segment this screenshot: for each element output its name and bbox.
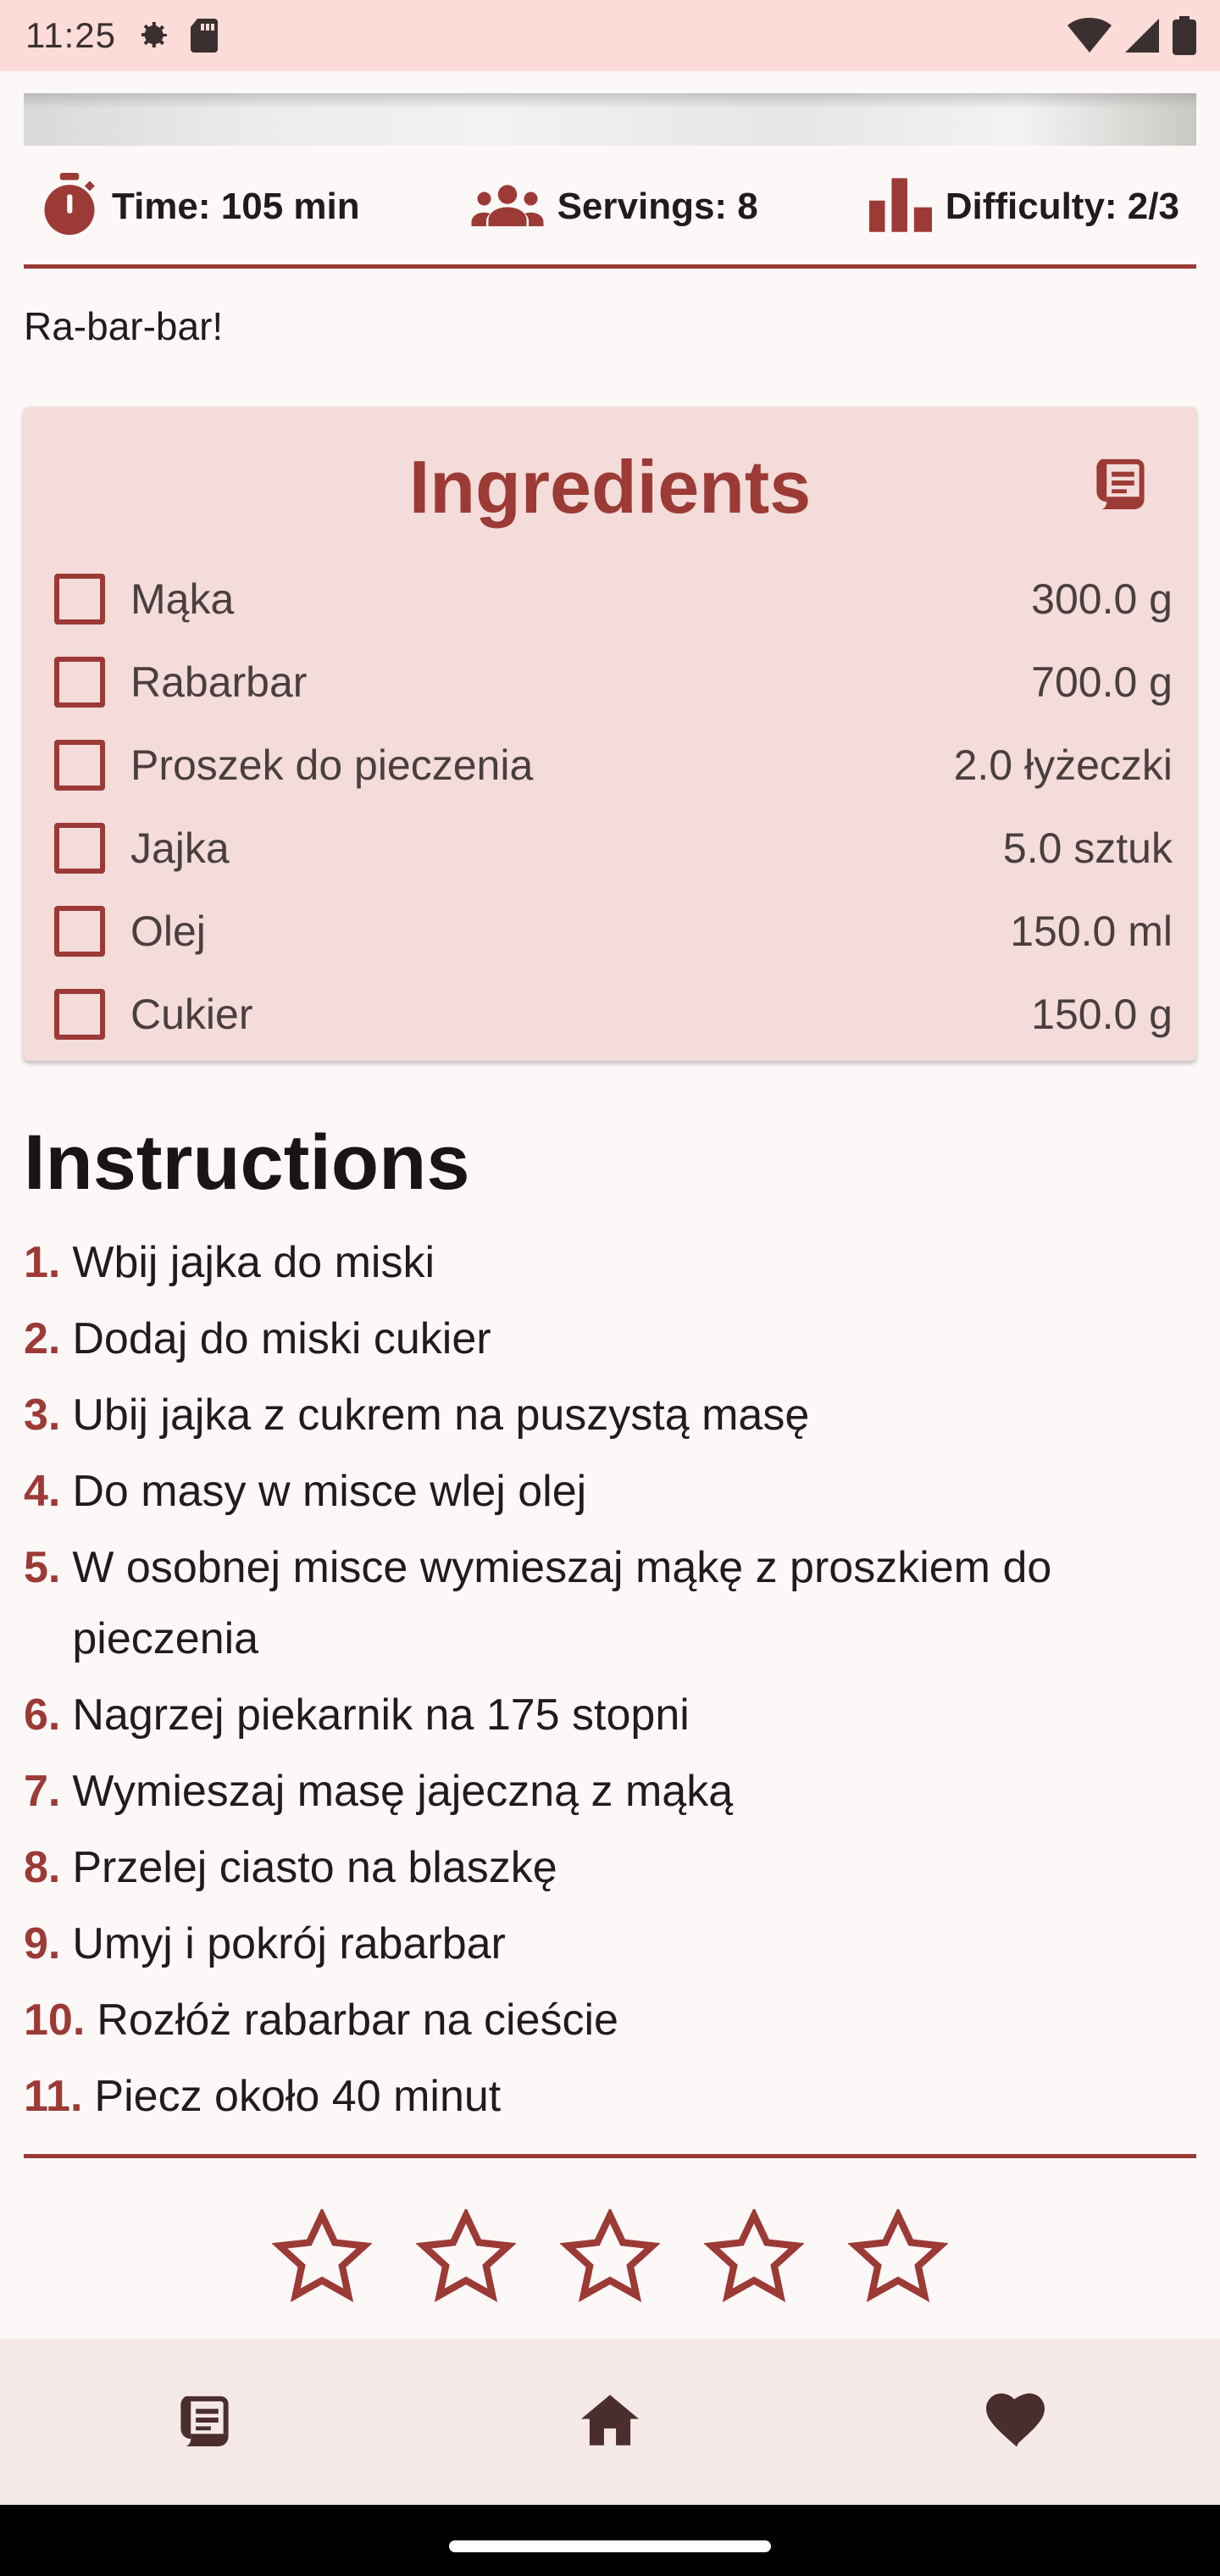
- star-icon[interactable]: [559, 2207, 661, 2308]
- step-text: Do masy w misce wlej olej: [72, 1467, 587, 1516]
- recipe-photo: [24, 93, 1196, 146]
- servings-label: Servings: 8: [557, 186, 758, 227]
- ingredient-amount: 150.0 ml: [1010, 908, 1173, 955]
- ingredient-checkbox[interactable]: [54, 574, 105, 625]
- nav-favorites[interactable]: [932, 2371, 1101, 2473]
- ingredient-amount: 300.0 g: [1031, 575, 1173, 623]
- ingredient-amount: 150.0 g: [1031, 991, 1173, 1038]
- ingredient-name: Mąka: [130, 575, 235, 623]
- instruction-step: 7. Wymieszaj masę jajeczną z mąką: [24, 1756, 1196, 1827]
- star-icon[interactable]: [415, 2207, 517, 2308]
- ingredient-name: Olej: [130, 908, 206, 955]
- instructions-title: Instructions: [24, 1119, 470, 1206]
- step-number: 3.: [24, 1391, 61, 1440]
- bottom-navigation: [0, 2339, 1220, 2505]
- step-text: Nagrzej piekarnik na 175 stopni: [72, 1690, 690, 1740]
- step-text: Dodaj do miski cukier: [72, 1314, 491, 1363]
- status-time: 11:25: [25, 15, 116, 55]
- stat-servings: Servings: 8: [471, 184, 758, 230]
- instruction-step: 11. Piecz około 40 minut: [24, 2061, 1196, 2132]
- ingredient-checkbox[interactable]: [54, 906, 105, 957]
- ingredient-row[interactable]: Mąka 300.0 g: [54, 558, 1173, 641]
- step-number: 7.: [24, 1767, 61, 1816]
- ingredient-row[interactable]: Rabarbar 700.0 g: [54, 641, 1173, 724]
- instruction-step: 4. Do masy w misce wlej olej: [24, 1456, 1196, 1527]
- home-gesture-handle[interactable]: [449, 2540, 771, 2552]
- step-text: Wbij jajka do miski: [72, 1238, 435, 1287]
- ingredient-row[interactable]: Olej 150.0 ml: [54, 890, 1173, 973]
- ingredient-checkbox[interactable]: [54, 823, 105, 874]
- ingredients-card: Ingredients Mąka 300.0 g Rabarbar 700.0 …: [24, 407, 1196, 1061]
- step-text: Wymieszaj masę jajeczną z mąką: [72, 1767, 734, 1816]
- stat-difficulty: Difficulty: 2/3: [868, 177, 1179, 236]
- instruction-step: 8. Przelej ciasto na blaszkę: [24, 1832, 1196, 1903]
- ingredient-amount: 2.0 łyżeczki: [953, 741, 1173, 789]
- battery-icon: [1173, 16, 1196, 55]
- recipe-stats: Time: 105 min Servings: 8 Difficulty: 2/…: [24, 166, 1196, 247]
- instruction-step: 2. Dodaj do miski cukier: [24, 1303, 1196, 1374]
- nav-home[interactable]: [525, 2371, 695, 2473]
- instruction-step: 10. Rozłóż rabarbar na cieście: [24, 1985, 1196, 2056]
- status-bar: 11:25: [0, 0, 1220, 71]
- ingredients-list: Mąka 300.0 g Rabarbar 700.0 g Proszek do…: [54, 558, 1173, 1056]
- instruction-step: 5. W osobnej misce wymieszaj mąkę z prosz…: [24, 1532, 1196, 1674]
- ingredient-name: Rabarbar: [130, 658, 308, 706]
- step-number: 6.: [24, 1690, 61, 1740]
- ingredient-amount: 5.0 sztuk: [1002, 824, 1173, 872]
- nav-recipes[interactable]: [119, 2371, 288, 2473]
- star-icon[interactable]: [847, 2207, 949, 2308]
- instruction-step: 1. Wbij jajka do miski: [24, 1227, 1196, 1298]
- ingredient-name: Proszek do pieczenia: [130, 741, 534, 789]
- step-number: 4.: [24, 1467, 61, 1516]
- stats-divider: [24, 264, 1196, 269]
- step-number: 10.: [24, 1996, 86, 2045]
- step-text: Umyj i pokrój rabarbar: [72, 1919, 506, 1968]
- ingredient-amount: 700.0 g: [1031, 658, 1173, 706]
- stat-time: Time: 105 min: [41, 172, 360, 242]
- home-icon: [581, 2394, 639, 2450]
- ingredient-name: Jajka: [130, 824, 230, 872]
- star-icon[interactable]: [703, 2207, 805, 2308]
- step-text: W osobnej misce wymieszaj mąkę z proszki…: [72, 1543, 1052, 1663]
- wifi-icon: [1068, 17, 1112, 54]
- step-number: 2.: [24, 1314, 61, 1363]
- ingredient-row[interactable]: Jajka 5.0 sztuk: [54, 807, 1173, 890]
- ingredient-checkbox[interactable]: [54, 989, 105, 1040]
- stopwatch-icon: [41, 172, 98, 242]
- sd-card-icon: [187, 17, 221, 54]
- step-number: 11.: [24, 2072, 83, 2121]
- people-group-icon: [471, 184, 544, 230]
- ingredients-title: Ingredients: [408, 445, 812, 529]
- signal-icon: [1123, 17, 1161, 54]
- recipe-description: Ra-bar-bar!: [24, 304, 224, 348]
- shopping-list-icon[interactable]: [1091, 454, 1147, 516]
- time-label: Time: 105 min: [112, 186, 360, 227]
- ingredient-name: Cukier: [130, 991, 253, 1038]
- step-number: 8.: [24, 1843, 61, 1892]
- step-number: 1.: [24, 1238, 61, 1287]
- recipes-icon: [175, 2391, 231, 2453]
- step-text: Ubij jajka z cukrem na puszystą masę: [72, 1391, 810, 1440]
- rating-stars: [0, 2203, 1220, 2313]
- difficulty-label: Difficulty: 2/3: [945, 186, 1179, 227]
- ingredient-row[interactable]: Cukier 150.0 g: [54, 973, 1173, 1056]
- ingredient-checkbox[interactable]: [54, 740, 105, 791]
- ingredient-row[interactable]: Proszek do pieczenia 2.0 łyżeczki: [54, 724, 1173, 807]
- step-text: Przelej ciasto na blaszkę: [72, 1843, 557, 1892]
- settings-gear-icon: [131, 15, 172, 56]
- ingredient-checkbox[interactable]: [54, 657, 105, 708]
- instruction-step: 6. Nagrzej piekarnik na 175 stopni: [24, 1679, 1196, 1751]
- instructions-list: 1. Wbij jajka do miski 2. Dodaj do miski c…: [24, 1227, 1196, 2132]
- bar-chart-icon: [868, 177, 932, 236]
- star-icon[interactable]: [271, 2207, 373, 2308]
- instruction-step: 9. Umyj i pokrój rabarbar: [24, 1908, 1196, 1979]
- step-text: Rozłóż rabarbar na cieście: [97, 1996, 618, 2045]
- system-gesture-bar: [0, 2505, 1220, 2576]
- instructions-divider: [24, 2154, 1196, 2158]
- step-text: Piecz około 40 minut: [94, 2072, 502, 2121]
- step-number: 5.: [24, 1543, 61, 1592]
- favorites-heart-icon: [986, 2393, 1047, 2451]
- instruction-step: 3. Ubij jajka z cukrem na puszystą masę: [24, 1380, 1196, 1451]
- step-number: 9.: [24, 1919, 61, 1968]
